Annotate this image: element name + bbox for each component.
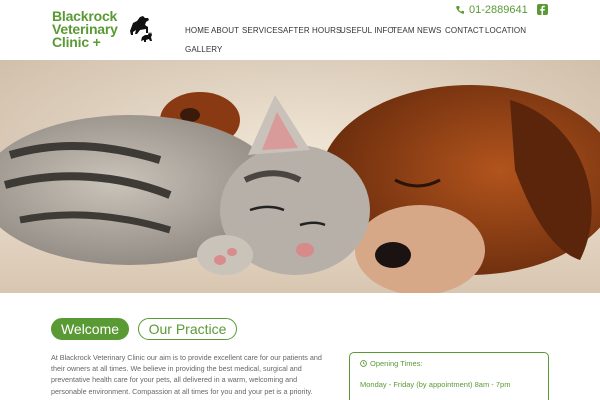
nav-team[interactable]: TEAM <box>392 26 415 35</box>
nav-location[interactable]: LOCATION <box>485 26 526 35</box>
nav-useful-info[interactable]: USEFUL INFO <box>340 26 394 35</box>
opening-hours-weekday: Monday - Friday (by appointment) 8am - 7… <box>360 380 511 389</box>
site-header: Blackrock Veterinary Clinic + 01-2889641… <box>0 0 600 60</box>
nav-contact[interactable]: CONTACT <box>445 26 484 35</box>
nav-services[interactable]: SERVICES <box>242 26 283 35</box>
tab-welcome[interactable]: Welcome <box>51 318 129 340</box>
intro-paragraph: At Blackrock Veterinary Clinic our aim i… <box>51 353 322 396</box>
phone-number[interactable]: 01-2889641 <box>455 4 528 16</box>
opening-times-heading: Opening Times: <box>360 359 538 368</box>
hero-illustration <box>0 60 600 293</box>
nav-gallery[interactable]: GALLERY <box>185 45 222 54</box>
logo-line-3: Clinic + <box>52 34 101 50</box>
nav-news[interactable]: NEWS <box>417 26 441 35</box>
nav-home[interactable]: HOME <box>185 26 209 35</box>
dog-cat-logo-icon <box>130 16 152 42</box>
nav-after-hours[interactable]: AFTER HOURS <box>283 26 341 35</box>
phone-text: 01-2889641 <box>469 4 528 16</box>
facebook-icon[interactable] <box>537 4 548 15</box>
site-logo[interactable]: Blackrock Veterinary Clinic + <box>52 9 127 50</box>
hero-image <box>0 60 600 293</box>
content-section: Welcome Our Practice At Blackrock Veteri… <box>0 293 600 400</box>
phone-icon <box>456 6 464 14</box>
opening-times-title: Opening Times: <box>370 359 423 368</box>
opening-times-box: Opening Times: Monday - Friday (by appoi… <box>349 352 549 400</box>
nav-about[interactable]: ABOUT <box>211 26 239 35</box>
clock-icon <box>360 360 367 367</box>
tab-our-practice[interactable]: Our Practice <box>138 318 237 340</box>
